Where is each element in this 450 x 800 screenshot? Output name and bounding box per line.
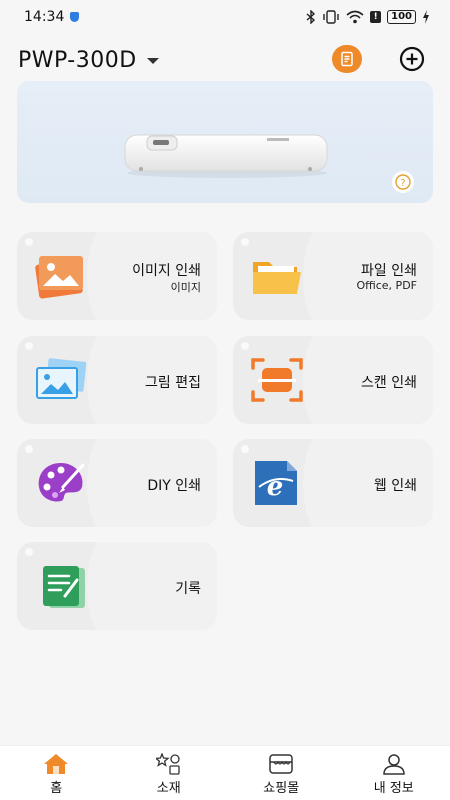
- card-diy-print[interactable]: DIY 인쇄: [17, 439, 217, 527]
- card-image-print[interactable]: 이미지 인쇄 이미지: [17, 232, 217, 320]
- nav-label: 내 정보: [373, 781, 414, 796]
- photo-edit-icon: [33, 354, 89, 406]
- svg-text:?: ?: [400, 178, 405, 189]
- nav-label: 소재: [156, 781, 181, 796]
- device-selector[interactable]: PWP-300D: [18, 48, 137, 73]
- document-icon: [341, 51, 353, 67]
- scan-icon: [249, 354, 305, 406]
- card-label: 기록: [175, 581, 201, 597]
- card-label: DIY 인쇄: [147, 478, 201, 494]
- battery-indicator: 100: [387, 10, 416, 24]
- document-button[interactable]: [332, 45, 362, 73]
- vibrate-icon: [323, 10, 339, 24]
- nav-materials[interactable]: 소재: [113, 746, 226, 800]
- card-label: 파일 인쇄: [361, 263, 417, 279]
- folder-icon: [249, 250, 305, 302]
- chevron-down-icon[interactable]: [146, 58, 159, 64]
- nav-shop[interactable]: 쇼핑몰: [225, 746, 338, 800]
- shop-icon: [269, 754, 293, 774]
- charging-icon: [423, 10, 429, 24]
- nav-label: 쇼핑몰: [263, 781, 300, 796]
- plus-circle-icon: [399, 46, 425, 72]
- card-file-print[interactable]: 파일 인쇄 Office, PDF: [233, 232, 433, 320]
- card-scan-print[interactable]: 스캔 인쇄: [233, 336, 433, 424]
- printer-image: [124, 134, 328, 178]
- add-button[interactable]: [398, 45, 426, 73]
- bottom-nav: 홈 소재 쇼핑몰 내 정보: [0, 745, 450, 800]
- help-icon[interactable]: ?: [392, 171, 414, 193]
- bluetooth-icon: [306, 10, 316, 24]
- svg-text:e: e: [267, 472, 284, 502]
- card-photo-edit[interactable]: 그림 편집: [17, 336, 217, 424]
- card-label: 이미지 인쇄: [132, 263, 201, 279]
- printer-banner[interactable]: ?: [17, 81, 433, 203]
- status-bar: 14:34 ! 100: [0, 0, 450, 34]
- nav-profile[interactable]: 내 정보: [338, 746, 450, 800]
- card-sub: 이미지: [170, 281, 201, 294]
- home-icon: [44, 754, 69, 774]
- profile-icon: [382, 754, 405, 775]
- materials-icon: [155, 753, 180, 775]
- card-label: 스캔 인쇄: [361, 375, 417, 391]
- card-label: 그림 편집: [145, 375, 201, 391]
- palette-icon: [33, 457, 89, 509]
- nav-home[interactable]: 홈: [0, 746, 113, 800]
- nav-label: 홈: [50, 781, 63, 796]
- image-stack-icon: [33, 250, 89, 302]
- header: PWP-300D: [0, 40, 450, 80]
- alert-icon: !: [370, 11, 382, 23]
- card-web-print[interactable]: e 웹 인쇄: [233, 439, 433, 527]
- card-label: 웹 인쇄: [373, 478, 417, 494]
- shield-icon: [70, 12, 80, 22]
- status-time: 14:34: [24, 9, 65, 25]
- wifi-icon: [346, 10, 364, 24]
- card-sub: Office, PDF: [356, 279, 417, 292]
- card-records[interactable]: 기록: [17, 542, 217, 630]
- web-icon: e: [249, 457, 305, 509]
- note-icon: [33, 560, 89, 612]
